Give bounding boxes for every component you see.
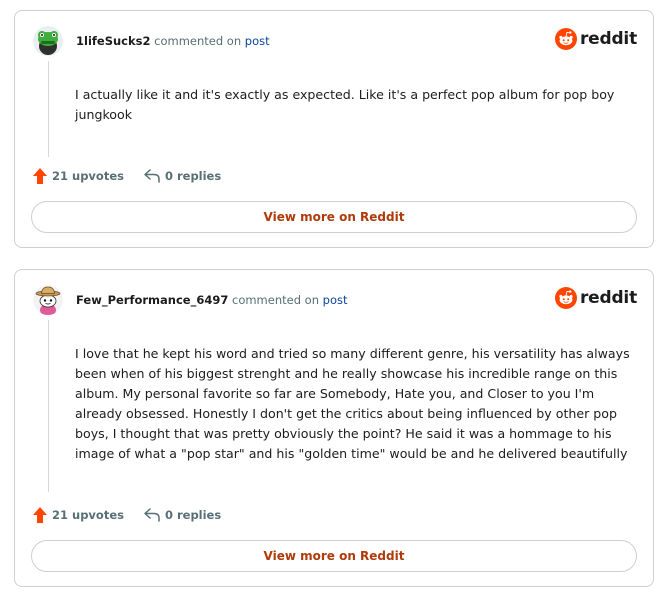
replies-stat[interactable]: 0 replies bbox=[144, 169, 221, 183]
reddit-wordmark: reddit bbox=[579, 29, 637, 49]
view-more-button[interactable]: View more on Reddit bbox=[31, 201, 637, 233]
byline: Few_Performance_6497 commented on post bbox=[76, 293, 348, 307]
cowboy-hat-snoo-avatar-icon[interactable] bbox=[33, 285, 63, 315]
upvote-arrow-icon bbox=[33, 507, 47, 523]
reply-arrow-icon bbox=[144, 169, 160, 183]
reddit-snoo-icon bbox=[554, 287, 577, 309]
comment-card: 1lifeSucks2 commented on post reddit I a… bbox=[14, 10, 654, 248]
view-more-button[interactable]: View more on Reddit bbox=[31, 540, 637, 572]
replies-count: 0 replies bbox=[164, 169, 222, 183]
username-link[interactable]: Few_Performance_6497 bbox=[76, 293, 228, 307]
comment-body: I actually like it and it's exactly as e… bbox=[75, 87, 615, 122]
post-link[interactable]: post bbox=[323, 293, 348, 307]
upvotes-stat[interactable]: 21 upvotes bbox=[33, 507, 124, 523]
green-frog-avatar-icon[interactable] bbox=[33, 26, 63, 56]
comment-stats: 21 upvotes 0 replies bbox=[33, 168, 221, 184]
reddit-logo[interactable]: reddit bbox=[554, 287, 637, 309]
comment-card: Few_Performance_6497 commented on post r… bbox=[14, 269, 654, 587]
byline: 1lifeSucks2 commented on post bbox=[76, 34, 270, 48]
username-link[interactable]: 1lifeSucks2 bbox=[76, 34, 150, 48]
reddit-logo[interactable]: reddit bbox=[554, 28, 637, 50]
comment-header: 1lifeSucks2 commented on post bbox=[33, 25, 637, 57]
action-text: commented on bbox=[232, 293, 319, 307]
comment-header: Few_Performance_6497 commented on post bbox=[33, 284, 637, 316]
thread-line bbox=[48, 320, 49, 492]
post-link[interactable]: post bbox=[245, 34, 270, 48]
comment-stats: 21 upvotes 0 replies bbox=[33, 507, 221, 523]
upvote-arrow-icon bbox=[33, 168, 47, 184]
comment-body: I love that he kept his word and tried s… bbox=[75, 346, 630, 461]
upvotes-stat[interactable]: 21 upvotes bbox=[33, 168, 124, 184]
replies-count: 0 replies bbox=[164, 508, 222, 522]
action-text: commented on bbox=[154, 34, 242, 48]
reddit-snoo-icon bbox=[554, 28, 577, 50]
upvotes-count: 21 upvotes bbox=[52, 169, 124, 183]
upvotes-count: 21 upvotes bbox=[52, 508, 124, 522]
reddit-wordmark: reddit bbox=[579, 288, 637, 308]
reply-arrow-icon bbox=[144, 508, 160, 522]
replies-stat[interactable]: 0 replies bbox=[144, 508, 221, 522]
thread-line bbox=[48, 61, 49, 157]
